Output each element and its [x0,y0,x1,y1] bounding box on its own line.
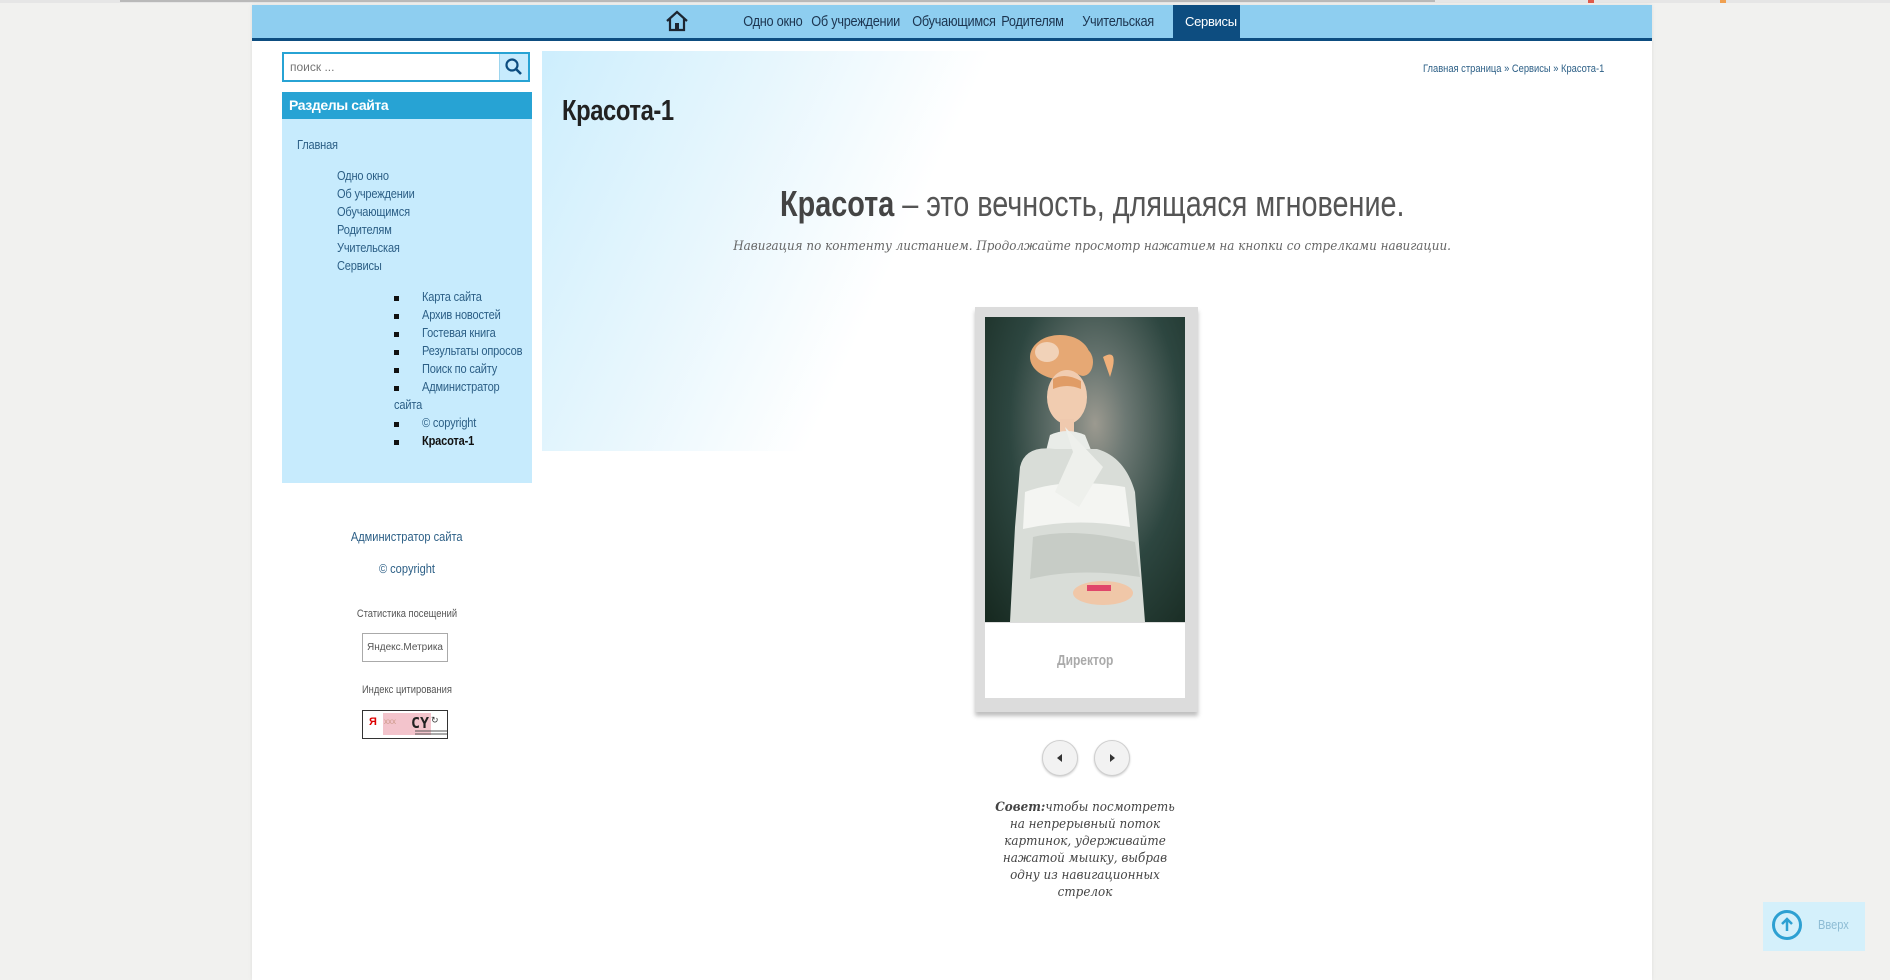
submenu-item-krasota-1[interactable]: Красота-1 [422,433,474,448]
navigation-hint: Навигация по контенту листанием. Продолж… [733,239,1451,254]
tip-text: Совет:чтобы посмотреть на непрерывный по… [995,800,1175,900]
svg-text:↻: ↻ [431,715,439,725]
stats-label: Статистика посещений [356,608,458,620]
breadcrumb[interactable]: Главная страница » Сервисы » Красота-1 [1423,63,1604,75]
list-bullet [394,386,399,391]
arrow-up-circle-icon [1772,910,1802,940]
slide-frame: Директор [975,307,1198,712]
top-nav: Одно окно Об учреждении Обучающимся Роди… [252,5,1652,41]
menu-item-servisy[interactable]: Сервисы [337,258,382,273]
menu-item-uchitelskaya[interactable]: Учительская [337,240,400,255]
svg-text:xxx: xxx [384,717,396,726]
top-strip-mark [1588,0,1594,3]
nav-item-ob-uchrezhdenii[interactable]: Об учреждении [801,5,910,38]
home-icon[interactable] [664,9,690,33]
submenu-item-copyright[interactable]: © copyright [422,415,476,430]
submenu-item-karta-sayta[interactable]: Карта сайта [422,289,482,304]
submenu-item-poisk-po-saytu[interactable]: Поиск по сайту [422,361,497,376]
list-bullet [394,296,399,301]
submenu-item-arkhiv-novostey[interactable]: Архив новостей [422,307,501,322]
search-input[interactable] [284,54,498,80]
back-to-top-button[interactable]: Вверх [1763,902,1865,951]
footer-admin-link[interactable]: Администратор сайта [282,529,532,544]
site-sections-menu: Разделы сайта Главная Одно окно Об учреж… [282,92,532,483]
quote-heading: Красота – это вечность, длящаяся мгновен… [779,183,1405,224]
list-bullet [394,368,399,373]
search-button[interactable] [499,54,528,80]
sections-title: Разделы сайта [282,92,532,119]
list-bullet [394,440,399,445]
browser-top-strip [0,0,1890,3]
yandex-cy-badge[interactable]: Я xxx ↻ CY [362,710,448,739]
search-icon [505,58,522,75]
list-bullet [394,350,399,355]
submenu-item-administrator[interactable]: Администратор [422,379,500,394]
page-container: Одно окно Об учреждении Обучающимся Роди… [252,5,1652,980]
list-bullet [394,332,399,337]
top-strip-bar [120,0,1435,2]
yandex-metrika-badge[interactable]: Яндекс.Метрика [362,633,448,662]
prev-slide-button[interactable] [1042,740,1078,776]
slide-caption-box: Директор [985,623,1185,698]
next-slide-button[interactable] [1094,740,1130,776]
citation-label: Индекс цитирования [361,684,452,696]
submenu-item-administrator-cont[interactable]: сайта [394,397,422,412]
triangle-right-icon [1110,754,1115,762]
search-box [282,52,530,82]
footer-copyright-link[interactable]: © copyright [282,561,532,576]
slide-caption: Директор [1056,652,1114,669]
list-bullet [394,314,399,319]
triangle-left-icon [1057,754,1062,762]
portrait-photo [985,317,1185,622]
list-bullet [394,422,399,427]
menu-item-obuchayushchimsya[interactable]: Обучающимся [337,204,410,219]
back-to-top-label: Вверх [1818,917,1849,932]
menu-item-roditelyam[interactable]: Родителям [337,222,392,237]
menu-item-odno-okno[interactable]: Одно окно [337,168,389,183]
submenu-item-gostevaya-kniga[interactable]: Гостевая книга [422,325,496,340]
page-title: Красота-1 [562,95,674,127]
nav-item-servisy[interactable]: Сервисы [1173,5,1240,38]
top-strip-mark [1720,0,1726,3]
menu-item-home[interactable]: Главная [297,137,338,152]
nav-item-roditelyam[interactable]: Родителям [991,5,1074,38]
svg-text:Я: Я [369,716,377,728]
submenu-item-rezultaty-oprosov[interactable]: Результаты опросов [422,343,522,358]
menu-item-ob-uchrezhdenii[interactable]: Об учреждении [337,186,415,201]
nav-item-uchitelskaya[interactable]: Учительская [1072,5,1164,38]
